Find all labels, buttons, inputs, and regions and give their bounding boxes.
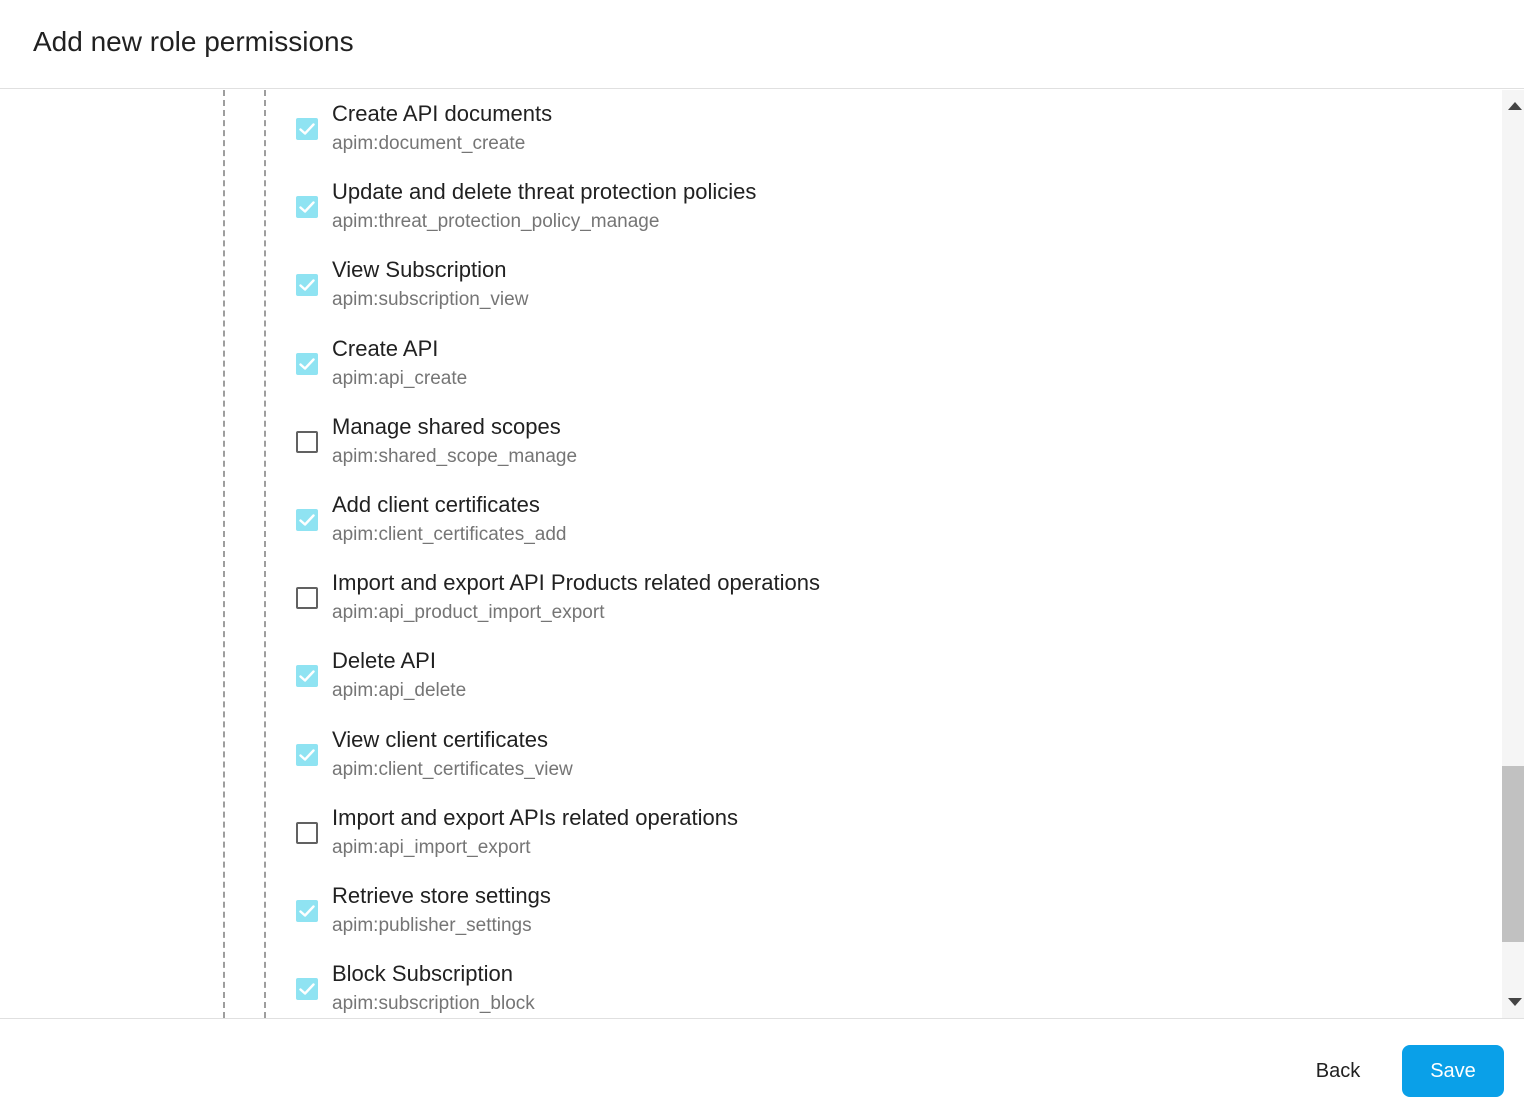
permission-scope: apim:shared_scope_manage <box>332 445 578 467</box>
check-icon <box>299 905 315 917</box>
tree-guide-line-inner <box>264 90 266 1018</box>
permission-item[interactable]: Delete API apim:api_delete <box>290 641 1490 711</box>
permission-item[interactable]: Create API documents apim:document_create <box>290 94 1490 164</box>
dialog-footer: Back Save <box>0 1018 1524 1120</box>
permission-label: View Subscription <box>332 257 507 283</box>
permissions-tree-panel: Create API documents apim:document_create… <box>0 90 1500 1018</box>
check-icon <box>299 279 315 292</box>
permission-item[interactable]: Import and export APIs related operation… <box>290 798 1490 868</box>
permission-checkbox-checked[interactable] <box>296 743 318 766</box>
scrollbar-thumb[interactable] <box>1502 766 1524 942</box>
permission-item[interactable]: View client certificates apim:client_cert… <box>290 720 1490 790</box>
permission-checkbox-unchecked[interactable] <box>296 821 318 844</box>
permission-checkbox-checked[interactable] <box>296 274 318 297</box>
scroll-down-arrow-icon[interactable] <box>1508 998 1522 1006</box>
permission-label: Create API documents <box>332 101 553 126</box>
check-icon <box>299 123 315 135</box>
permission-scope: apim:subscription_view <box>332 289 529 311</box>
add-role-permissions-dialog: Add new role permissions Create API docu… <box>0 0 1524 1120</box>
permission-label: Add client certificates <box>332 492 540 517</box>
permission-scope: apim:document_create <box>332 133 526 154</box>
permission-item[interactable]: Update and delete threat protection poli… <box>290 172 1490 242</box>
permission-label: Manage shared scopes <box>332 413 561 439</box>
permission-item[interactable]: Manage shared scopes apim:shared_scope_ma… <box>290 407 1490 477</box>
permission-checkbox-checked[interactable] <box>296 118 318 140</box>
permission-scope: apim:api_create <box>332 367 468 389</box>
tree-guide-line-outer <box>223 90 225 1018</box>
permission-item[interactable]: Create API apim:api_create <box>290 329 1490 399</box>
check-icon <box>299 670 315 683</box>
permission-scope: apim:publisher_settings <box>332 915 532 936</box>
permission-checkbox-checked[interactable] <box>296 509 318 531</box>
permission-label: Import and export API Products related o… <box>332 570 820 596</box>
save-button[interactable]: Save <box>1402 1045 1504 1097</box>
permission-checkbox-checked[interactable] <box>296 196 318 219</box>
permission-label: Retrieve store settings <box>332 883 551 908</box>
permission-scope: apim:subscription_block <box>332 993 535 1015</box>
permission-checkbox-unchecked[interactable] <box>296 430 318 453</box>
vertical-scrollbar[interactable] <box>1502 90 1524 1018</box>
permission-item[interactable]: Block Subscription apim:subscription_bloc… <box>290 954 1490 1018</box>
check-icon <box>299 201 315 213</box>
permission-label: Import and export APIs related operation… <box>332 804 739 830</box>
check-icon <box>299 983 315 995</box>
permission-checkbox-checked[interactable] <box>296 665 318 688</box>
check-icon <box>299 748 315 761</box>
dialog-header: Add new role permissions <box>0 0 1524 89</box>
permission-item[interactable]: Import and export API Products related o… <box>290 563 1490 633</box>
permission-checkbox-checked[interactable] <box>296 352 318 375</box>
permission-label: Block Subscription <box>332 961 513 987</box>
permission-scope: apim:threat_protection_policy_manage <box>332 211 660 233</box>
permission-label: Create API <box>332 335 439 361</box>
permission-item[interactable]: Retrieve store settings apim:publisher_se… <box>290 876 1490 946</box>
permission-label: Delete API <box>332 648 436 674</box>
permission-item[interactable]: View Subscription apim:subscription_view <box>290 250 1490 320</box>
permission-scope: apim:api_product_import_export <box>332 602 605 624</box>
permission-scope: apim:api_import_export <box>332 836 531 858</box>
back-button[interactable]: Back <box>1296 1045 1380 1097</box>
permission-checkbox-unchecked[interactable] <box>296 587 318 610</box>
permission-checkbox-checked[interactable] <box>296 978 318 1001</box>
permission-scope: apim:client_certificates_view <box>332 758 573 780</box>
permission-label: View client certificates <box>332 726 549 752</box>
check-icon <box>299 357 315 370</box>
dialog-title: Add new role permissions <box>33 26 354 57</box>
permission-scope: apim:client_certificates_add <box>332 524 567 545</box>
check-icon <box>299 514 315 526</box>
permission-label: Update and delete threat protection poli… <box>332 179 757 205</box>
permission-checkbox-checked[interactable] <box>296 900 318 922</box>
scroll-up-arrow-icon[interactable] <box>1508 102 1522 110</box>
permission-scope: apim:api_delete <box>332 680 467 702</box>
permission-item[interactable]: Add client certificates apim:client_certi… <box>290 485 1490 555</box>
